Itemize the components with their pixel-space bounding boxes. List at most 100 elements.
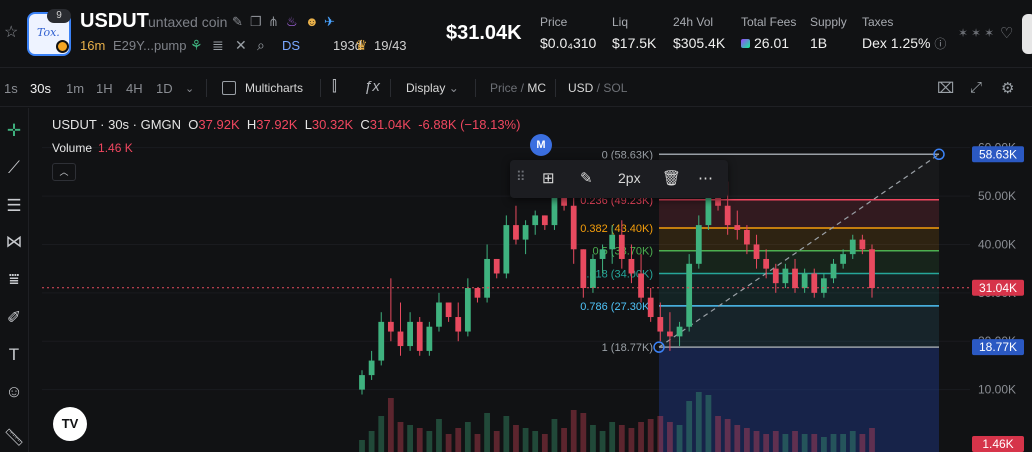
text-tool-icon[interactable]: T xyxy=(2,343,26,367)
timeframe-1h[interactable]: 1H xyxy=(96,81,113,96)
trend-line-icon[interactable]: ⟋ xyxy=(2,156,26,180)
rating-stars-icon[interactable]: ✶✶✶ xyxy=(958,26,997,40)
chevron-down-icon[interactable]: ⌄ xyxy=(185,82,194,95)
candle-body xyxy=(618,234,625,259)
ruler-icon[interactable]: 📏︎ xyxy=(2,426,26,450)
fib-band xyxy=(659,273,939,306)
candle-body xyxy=(821,278,827,293)
stat-value: $0.0₄310 xyxy=(540,35,597,51)
volume-bar xyxy=(869,428,875,452)
open-value: 37.92K xyxy=(198,117,240,132)
ohlc-legend: USDUT · 30s · GMGN O37.92K H37.92K L30.3… xyxy=(52,117,520,132)
divider xyxy=(390,79,391,97)
timeframe-1s[interactable]: 1s xyxy=(4,81,18,96)
volume-bar xyxy=(686,401,693,452)
twitter-icon[interactable]: ✕ xyxy=(235,37,247,54)
candle-body xyxy=(667,331,673,337)
volume-bar xyxy=(407,425,413,452)
volume-bar xyxy=(426,431,433,452)
drag-handle-icon[interactable]: ⠿ xyxy=(516,169,526,185)
multicharts-checkbox[interactable] xyxy=(222,81,236,95)
copy-icon[interactable]: ❐ xyxy=(250,14,262,30)
volume-bar xyxy=(513,425,519,452)
pattern-icon[interactable]: ⋈ xyxy=(2,230,26,254)
timeframe-30s[interactable]: 30s xyxy=(30,81,51,96)
low-label: L xyxy=(304,117,312,132)
display-dropdown[interactable]: Display ⌄ xyxy=(406,81,459,95)
trash-icon[interactable]: 🗑︎ xyxy=(662,169,681,187)
candle-body xyxy=(426,326,433,351)
candle-body xyxy=(474,288,481,298)
divider xyxy=(320,79,321,97)
timeframe-1d[interactable]: 1D xyxy=(156,81,173,96)
volume-bar xyxy=(849,431,856,452)
settings-gear-icon[interactable]: ⚙ xyxy=(1001,79,1014,97)
fib-level-label: 1 (18.77K) xyxy=(602,342,653,354)
favorite-star-icon[interactable]: ☆ xyxy=(4,22,18,42)
candle-body xyxy=(811,273,818,293)
multicharts-label[interactable]: Multicharts xyxy=(245,81,303,95)
timeframe-1m[interactable]: 1m xyxy=(66,81,84,96)
volume-bar xyxy=(561,428,567,452)
volume-bar xyxy=(541,434,548,452)
candle-body xyxy=(387,321,394,332)
drawing-toolbar: ✛ ⟋ ☰ ⋈ ⩸ ✐ T ☺ 📏︎ xyxy=(0,108,28,452)
line-width-button[interactable]: 2px xyxy=(618,170,641,186)
share-icon[interactable]: ⋔ xyxy=(268,14,279,30)
dexscreener-label[interactable]: DS xyxy=(282,38,300,53)
brush-icon[interactable]: ✐ xyxy=(2,306,26,330)
list-icon[interactable]: ≣ xyxy=(212,37,224,54)
fib-tool-icon[interactable]: ⩸ xyxy=(2,268,26,292)
stat-value: Dex 1.25% xyxy=(862,35,931,51)
stat-value: 26.01 xyxy=(754,35,790,51)
toolbar-divider xyxy=(28,108,29,452)
candle-body xyxy=(570,205,577,250)
edit-icon[interactable]: ✎ xyxy=(232,14,243,30)
candle-body xyxy=(493,258,500,274)
contract-address[interactable]: E29Y...pump xyxy=(113,38,186,53)
panel-toggle[interactable] xyxy=(1022,14,1032,54)
candle-body xyxy=(628,258,635,274)
chart-event-marker[interactable]: M xyxy=(530,134,552,156)
volume-bar xyxy=(474,434,481,452)
collapse-legend-button[interactable]: ︿ xyxy=(52,163,76,181)
pencil-color-icon[interactable]: ✎ xyxy=(580,169,593,187)
stat-label: Taxes xyxy=(862,15,894,29)
price-axis-tick: 10.00K xyxy=(978,383,1016,397)
volume-bar xyxy=(657,416,664,452)
horizontal-lines-icon[interactable]: ☰ xyxy=(2,194,26,218)
indicators-icon[interactable]: ƒx xyxy=(364,78,380,95)
fib-level-label: 0.382 (43.40K) xyxy=(580,223,653,235)
heart-icon[interactable]: ♡ xyxy=(1000,24,1013,42)
volume-bar xyxy=(387,398,394,452)
high-label: H xyxy=(246,117,257,132)
candle-body xyxy=(801,273,808,288)
price-mc-toggle[interactable]: Price / MC xyxy=(490,81,546,95)
candle-body xyxy=(522,225,529,240)
candle-style-icon[interactable]: ⫿ xyxy=(332,78,337,95)
help-icon[interactable]: ⓘ xyxy=(934,37,946,51)
fullscreen-icon[interactable]: ⤢ xyxy=(970,79,982,96)
template-icon[interactable]: ⊞ xyxy=(542,169,555,187)
candle-body xyxy=(744,229,750,245)
crosshair-icon[interactable]: ✛ xyxy=(2,119,26,143)
usd-sol-toggle[interactable]: USD / SOL xyxy=(568,81,627,95)
volume-bar xyxy=(397,422,404,452)
candle-body xyxy=(609,234,616,250)
volume-bar xyxy=(359,440,365,452)
more-options-icon[interactable]: ⋯ xyxy=(698,169,713,187)
tradingview-logo[interactable]: TV xyxy=(53,407,87,441)
candle-body xyxy=(445,302,452,318)
search-icon[interactable]: ⌕ xyxy=(257,37,265,54)
emoji-icon[interactable]: ☺ xyxy=(2,380,26,404)
candle-body xyxy=(869,249,875,288)
volume-bar xyxy=(455,428,462,452)
chart-title: USDUT · 30s · GMGN xyxy=(52,117,182,132)
volume-bar xyxy=(782,434,789,452)
candle-body xyxy=(378,321,385,361)
timeframe-4h[interactable]: 4H xyxy=(126,81,143,96)
crown-icon: ♛ xyxy=(355,37,368,53)
change-value: -6.88K (−18.13%) xyxy=(418,117,521,132)
camera-icon[interactable]: ⌧ xyxy=(937,79,954,97)
telegram-icon[interactable]: ✈ xyxy=(324,14,335,30)
